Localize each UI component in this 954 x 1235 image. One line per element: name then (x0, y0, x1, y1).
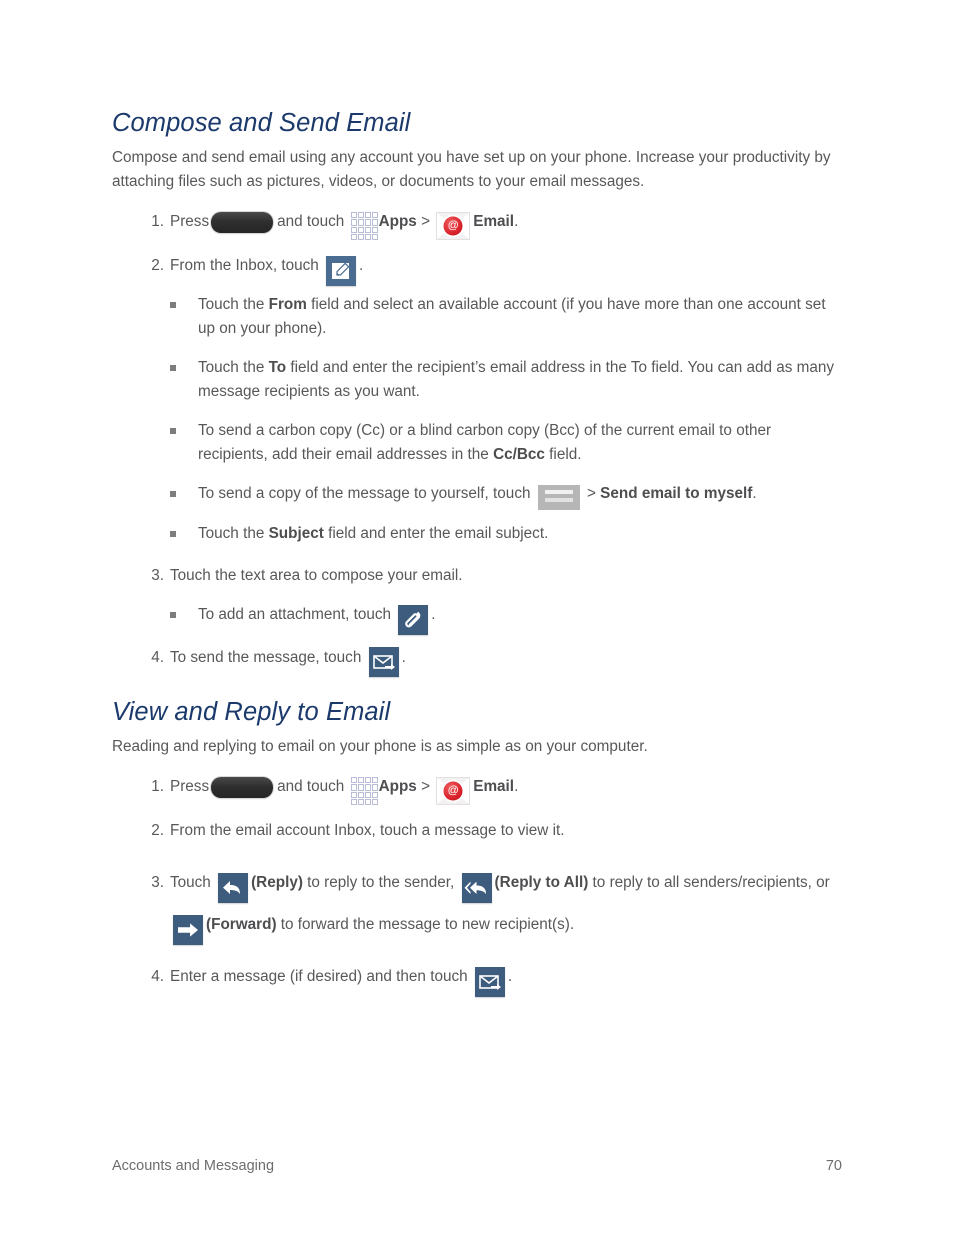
step-item: 1. Press and touch Apps > @ Email. (112, 209, 842, 241)
page-title: Compose and Send Email (112, 109, 411, 137)
step-number: 2. (151, 822, 164, 840)
list-item: Touch the From field and select an avail… (170, 293, 842, 340)
substeps-list: Touch the From field and select an avail… (170, 293, 842, 545)
reply-all-label: (Reply to All) (494, 874, 589, 892)
substep-bold: From (268, 296, 307, 314)
step-item: 1. Press and touch Apps > @ Email. (112, 774, 842, 806)
step-text: From the email account Inbox, touch a me… (170, 822, 565, 840)
step-separator: > (421, 778, 430, 796)
step-item: 2. From the email account Inbox, touch a… (112, 818, 842, 844)
step-text-press: Press (170, 213, 210, 231)
home-key-icon[interactable] (211, 212, 274, 234)
page-footer: Accounts and Messaging 70 (112, 1158, 842, 1174)
substep-text-pre: Touch the (198, 359, 269, 377)
document-page: Compose and Send Email Compose and send … (0, 0, 954, 1235)
step-text-3: to reply to all senders/recipients, or (588, 874, 830, 892)
substep-bold: Cc/Bcc (493, 445, 545, 463)
forward-label: (Forward) (206, 916, 277, 934)
apps-label: Apps (378, 778, 417, 796)
step-text-1: Touch (170, 874, 216, 892)
substep-bold: Subject (268, 524, 324, 542)
list-item: Touch the Subject field and enter the em… (170, 522, 842, 546)
substep-text-pre: To send a carbon copy (Cc) or a blind ca… (198, 422, 772, 463)
menu-icon[interactable] (537, 484, 580, 510)
substep-text-post: . (752, 485, 757, 503)
bullet-icon (170, 428, 176, 435)
step-text: Touch the text area to compose your emai… (170, 567, 463, 585)
step-number: 2. (151, 257, 164, 275)
step-item: 2. From the Inbox, touch . Touch the Fro… (112, 253, 842, 545)
home-key-icon[interactable] (211, 777, 274, 799)
bullet-icon (170, 302, 176, 309)
step-text-press: Press (170, 778, 210, 796)
substep-bold: Send email to myself (600, 485, 753, 503)
step-number: 1. (151, 778, 164, 796)
step-number: 4. (151, 968, 164, 986)
attachment-icon[interactable] (398, 604, 429, 635)
page-title-2: View and Reply to Email (112, 697, 391, 726)
step-text: From the Inbox, touch (170, 257, 319, 275)
step-text-and-touch: and touch (277, 213, 345, 231)
step-period: . (514, 778, 519, 796)
apps-label: Apps (378, 213, 417, 231)
bullet-icon (170, 491, 176, 498)
step-separator: > (421, 213, 430, 231)
step-item: 4. Enter a message (if desired) and then… (112, 964, 842, 997)
email-label: Email (473, 778, 515, 796)
substep-text-post: field. (544, 445, 582, 463)
substep-text-post: field and enter the recipient’s email ad… (198, 359, 835, 400)
substep-text-pre: To add an attachment, touch (198, 606, 396, 624)
reply-label: (Reply) (251, 874, 303, 892)
substep-text-post: field and enter the email subject. (323, 524, 549, 542)
email-envelope-icon[interactable]: @ (436, 777, 471, 806)
footer-page-number: 70 (825, 1158, 842, 1174)
step-text-and-touch: and touch (277, 778, 345, 796)
list-item: To send a carbon copy (Cc) or a blind ca… (170, 419, 842, 466)
reply-icon[interactable] (218, 872, 249, 903)
bullet-icon (170, 612, 176, 619)
send-icon[interactable] (368, 647, 399, 678)
substep-text-pre: Touch the (198, 296, 269, 314)
send-icon[interactable] (474, 966, 505, 997)
step-text-2: to reply to the sender, (302, 874, 459, 892)
step-period: . (401, 648, 406, 666)
substep-bold: To (268, 359, 287, 377)
bullet-icon (170, 530, 176, 537)
substep-text-pre: Touch the (198, 524, 269, 542)
step-item: 4. To send the message, touch . (112, 645, 842, 678)
step-number: 3. (151, 567, 164, 585)
list-item: To send a copy of the message to yoursel… (170, 482, 842, 510)
substep-text-post: . (431, 606, 436, 624)
step-item: 3. Touch the text area to compose your e… (112, 563, 842, 635)
step-item: 3. Touch (Reply) to reply to the sender,… (112, 862, 842, 946)
list-item: To add an attachment, touch . (170, 603, 842, 635)
substep-text-pre: To send a copy of the message to yoursel… (198, 485, 535, 503)
section-intro: Compose and send email using any account… (112, 149, 831, 190)
step-number: 3. (151, 874, 164, 892)
footer-chapter-label: Accounts and Messaging (112, 1158, 275, 1174)
bullet-icon (170, 365, 176, 372)
step-text-4: to forward the message to new recipient(… (276, 916, 575, 934)
forward-icon[interactable] (173, 914, 203, 945)
email-envelope-icon[interactable]: @ (436, 212, 471, 241)
substep-text-mid: > (582, 485, 601, 503)
section-intro-2: Reading and replying to email on your ph… (112, 737, 648, 755)
step-period: . (507, 968, 513, 986)
list-item: Touch the To field and enter the recipie… (170, 356, 842, 403)
substeps-list: To add an attachment, touch . (170, 603, 842, 635)
email-label: Email (473, 213, 515, 231)
reply-all-icon[interactable] (461, 872, 492, 903)
step-period: . (359, 257, 364, 275)
numbered-steps-compose: 1. Press and touch Apps > @ Email. 2. From… (112, 209, 842, 678)
step-text: Enter a message (if desired) and then to… (170, 968, 468, 986)
apps-grid-icon[interactable] (350, 777, 378, 806)
apps-grid-icon[interactable] (350, 212, 378, 241)
step-text: To send the message, touch (170, 648, 362, 666)
step-number: 4. (151, 648, 164, 666)
step-period: . (514, 213, 519, 231)
compose-icon[interactable] (326, 255, 357, 286)
numbered-steps-view-reply: 1. Press and touch Apps > @ Email. 2. From… (112, 774, 842, 997)
step-number: 1. (151, 213, 164, 231)
page-content: Compose and Send Email Compose and send … (112, 108, 842, 1008)
